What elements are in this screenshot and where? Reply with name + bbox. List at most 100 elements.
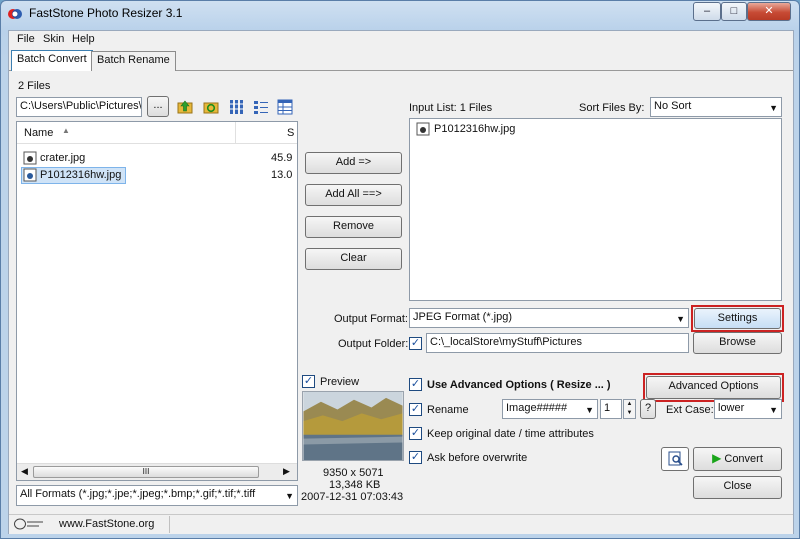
horizontal-scrollbar[interactable]: ◀ III ▶ — [17, 463, 297, 480]
add-button[interactable]: Add => — [305, 152, 402, 174]
jpeg-file-icon — [23, 168, 37, 182]
spin-down-icon[interactable]: ▼ — [624, 409, 635, 418]
faststone-logo-icon — [14, 518, 43, 530]
spin-up-icon[interactable]: ▲ — [624, 400, 635, 409]
client-area: File Skin Help Batch Convert Batch Renam… — [8, 30, 794, 534]
convert-label: Convert — [724, 453, 763, 465]
ext-case-value: lower — [718, 402, 745, 414]
ext-case-select[interactable]: lower ▼ — [714, 399, 782, 419]
ask-overwrite-label: Ask before overwrite — [427, 452, 528, 464]
output-folder-input[interactable]: C:\_localStore\myStuff\Pictures — [426, 333, 689, 353]
folder-browse-button[interactable]: ... — [147, 96, 169, 117]
rename-start-spinner[interactable]: ▲ ▼ — [623, 399, 636, 419]
chevron-down-icon: ▼ — [585, 405, 594, 415]
input-list-item[interactable]: P1012316hw.jpg — [410, 121, 781, 138]
file-row[interactable]: crater.jpg 45.9 — [17, 150, 297, 167]
keep-date-checkbox[interactable]: ✓ — [409, 427, 422, 440]
preview-datetime: 2007-12-31 07:03:43 — [301, 491, 404, 503]
file-name: P1012316hw.jpg — [40, 169, 122, 181]
view-list-icon[interactable] — [253, 99, 269, 115]
file-count: 2 Files — [18, 80, 51, 92]
close-button[interactable]: Close — [693, 476, 782, 499]
title-bar: FastStone Photo Resizer 3.1 – □ ✕ — [1, 1, 799, 27]
menu-bar: File Skin Help — [9, 31, 793, 49]
rename-pattern-value: Image##### — [506, 402, 568, 414]
website-link[interactable]: www.FastStone.org — [59, 518, 154, 530]
batch-convert-panel: 2 Files C:\Users\Public\Pictures\S ... N… — [9, 71, 793, 513]
maximize-button[interactable]: □ — [721, 2, 747, 21]
keep-date-label: Keep original date / time attributes — [427, 428, 594, 440]
rename-pattern-select[interactable]: Image##### ▼ — [502, 399, 598, 419]
preview-filesize: 13,348 KB — [329, 479, 381, 491]
format-filter-select[interactable]: All Formats (*.jpg;*.jpe;*.jpeg;*.bmp;*.… — [16, 485, 298, 506]
view-thumbnails-icon[interactable] — [229, 99, 245, 115]
close-window-button[interactable]: ✕ — [747, 2, 791, 21]
output-format-label: Output Format: — [334, 313, 408, 325]
jpeg-file-icon — [416, 122, 430, 136]
preview-checkbox[interactable]: ✓ — [302, 375, 315, 388]
rename-start-input[interactable]: 1 — [600, 399, 622, 419]
remove-button[interactable]: Remove — [305, 216, 402, 238]
refresh-folder-icon[interactable] — [203, 99, 219, 115]
tab-batch-convert[interactable]: Batch Convert — [11, 50, 93, 71]
input-item-name: P1012316hw.jpg — [434, 123, 516, 135]
input-file-list[interactable]: P1012316hw.jpg — [409, 118, 782, 301]
chevron-down-icon: ▼ — [769, 103, 778, 113]
menu-file[interactable]: File — [17, 33, 35, 45]
window-title: FastStone Photo Resizer 3.1 — [29, 6, 183, 20]
sort-select[interactable]: No Sort ▼ — [650, 97, 782, 117]
column-name-header[interactable]: Name — [24, 127, 53, 139]
convert-button[interactable]: ▶ Convert — [693, 447, 782, 471]
scroll-right-icon[interactable]: ▶ — [283, 466, 290, 477]
minimize-icon: – — [703, 5, 711, 17]
magnifier-page-icon — [668, 451, 683, 466]
tab-batch-rename[interactable]: Batch Rename — [91, 51, 176, 71]
view-details-icon[interactable] — [277, 99, 293, 115]
format-filter-value: All Formats (*.jpg;*.jpe;*.jpeg;*.bmp;*.… — [20, 488, 256, 500]
ext-case-label: Ext Case: — [666, 404, 714, 416]
output-format-value: JPEG Format (*.jpg) — [413, 311, 513, 323]
preview-file-button[interactable] — [661, 447, 689, 471]
output-folder-label: Output Folder: — [338, 338, 409, 350]
file-size: 45.9 — [271, 152, 293, 164]
output-format-select[interactable]: JPEG Format (*.jpg) ▼ — [409, 308, 689, 328]
file-list-header: Name ▲ S — [17, 122, 297, 144]
browse-output-button[interactable]: Browse — [693, 332, 782, 354]
rename-label: Rename — [427, 404, 469, 416]
use-advanced-checkbox[interactable]: ✓ — [409, 378, 422, 391]
add-all-button[interactable]: Add All ==> — [305, 184, 402, 206]
scroll-left-icon[interactable]: ◀ — [21, 466, 28, 477]
rename-help-button[interactable]: ? — [640, 399, 656, 419]
folder-up-icon[interactable] — [177, 99, 193, 115]
rename-checkbox[interactable]: ✓ — [409, 403, 422, 416]
menu-help[interactable]: Help — [72, 33, 95, 45]
status-divider — [169, 516, 170, 533]
close-icon: ✕ — [764, 5, 774, 17]
status-bar: www.FastStone.org — [9, 514, 793, 534]
chevron-down-icon: ▼ — [676, 314, 685, 324]
app-window: FastStone Photo Resizer 3.1 – □ ✕ File S… — [0, 0, 800, 539]
file-row[interactable]: P1012316hw.jpg 13.0 — [17, 167, 297, 184]
advanced-options-button[interactable]: Advanced Options — [646, 376, 781, 399]
preview-label: Preview — [320, 376, 360, 388]
sort-label: Sort Files By: — [579, 102, 645, 114]
scroll-thumb[interactable]: III — [33, 466, 259, 478]
minimize-button[interactable]: – — [693, 2, 721, 21]
clear-button[interactable]: Clear — [305, 248, 402, 270]
output-folder-checkbox[interactable]: ✓ — [409, 337, 422, 350]
input-list-label: Input List: 1 Files — [409, 102, 493, 114]
menu-skin[interactable]: Skin — [43, 33, 64, 45]
settings-button[interactable]: Settings — [694, 308, 781, 329]
tab-bar: Batch Convert Batch Rename — [9, 50, 793, 71]
chevron-down-icon: ▼ — [769, 405, 778, 415]
chevron-down-icon: ▼ — [285, 491, 294, 501]
jpeg-file-icon — [23, 151, 37, 165]
use-advanced-label: Use Advanced Options ( Resize ... ) — [427, 379, 611, 391]
ask-overwrite-checkbox[interactable]: ✓ — [409, 451, 422, 464]
folder-path-input[interactable]: C:\Users\Public\Pictures\S — [16, 97, 142, 117]
preview-thumbnail — [302, 391, 404, 461]
sort-value: No Sort — [654, 100, 692, 112]
file-browser-list[interactable]: Name ▲ S crater.jpg 45.9 P1012316hw.jpg … — [16, 121, 298, 481]
sort-ascending-icon: ▲ — [62, 126, 70, 135]
column-size-header[interactable]: S — [287, 127, 294, 139]
